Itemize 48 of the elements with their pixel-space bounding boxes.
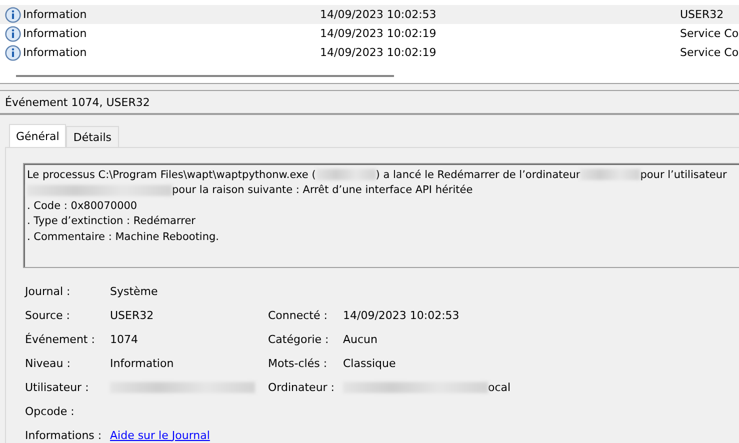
property-label: Catégorie : xyxy=(268,332,330,346)
event-row[interactable]: Information 14/09/2023 10:02:19 Service Co xyxy=(0,43,739,62)
event-row[interactable]: Information 14/09/2023 10:02:53 USER32 xyxy=(0,5,739,24)
redacted-blur xyxy=(580,169,640,180)
date-cell-text: 14/09/2023 10:02:19 xyxy=(320,27,438,40)
property-label: Mots-clés : xyxy=(268,356,328,370)
level-cell-text: Information xyxy=(22,46,88,59)
property-label: Niveau : xyxy=(25,356,72,370)
message-text: . Code : 0x80070000 xyxy=(27,200,138,212)
property-value: 14/09/2023 10:02:53 xyxy=(343,308,460,322)
property-value: Information xyxy=(110,356,174,370)
message-text: ) a lancé le Redémarrer de l’ordinateur xyxy=(376,168,580,181)
property-label: Source : xyxy=(25,308,71,322)
tab[interactable]: Détails xyxy=(66,126,118,147)
date-cell-text: 14/09/2023 10:02:53 xyxy=(320,8,438,21)
event-row[interactable]: Information 14/09/2023 10:02:19 Service Co xyxy=(0,24,739,43)
message-text: pour l’utilisateur xyxy=(640,168,727,181)
property-label: Opcode : xyxy=(25,404,76,418)
property-label: Journal : xyxy=(25,284,72,298)
message-text: Le processus C:\Program Files\wapt\waptpythonw.exe ( xyxy=(27,168,316,181)
property-label: Informations : xyxy=(25,428,103,442)
tab[interactable]: Général xyxy=(9,124,66,147)
info-icon xyxy=(5,44,21,60)
help-link[interactable]: Aide sur le Journal xyxy=(110,428,210,442)
scrollbar-thumb[interactable] xyxy=(16,74,394,76)
level-cell-text: Information xyxy=(22,27,88,40)
level-cell-text: Information xyxy=(22,8,88,21)
property-value: Système xyxy=(110,284,158,298)
property-value: Aucun xyxy=(343,332,378,346)
source-cell: Service Co xyxy=(680,27,739,40)
property-value: 1074 xyxy=(110,332,138,346)
property-label: Événement : xyxy=(25,332,96,346)
property-value: ocal xyxy=(488,380,511,394)
property-value: USER32 xyxy=(110,308,154,322)
source-cell: Service Co xyxy=(680,46,739,59)
property-label: Utilisateur : xyxy=(25,380,90,394)
message-text: . Commentaire : Machine Rebooting. xyxy=(27,230,220,243)
message-text: pour la raison suivante : Arrêt d’une interface API héritée xyxy=(172,184,473,196)
info-icon xyxy=(5,6,21,22)
info-icon xyxy=(5,26,21,42)
property-label: Ordinateur : xyxy=(268,380,336,394)
date-cell-text: 14/09/2023 10:02:19 xyxy=(320,46,438,59)
property-label: Connecté : xyxy=(268,308,328,322)
redacted-blur xyxy=(316,169,376,180)
source-cell: USER32 xyxy=(680,8,724,21)
message-text: . Type d’extinction : Redémarrer xyxy=(27,215,196,228)
detail-title: Événement 1074, USER32 xyxy=(5,96,150,108)
property-value: Classique xyxy=(343,356,396,370)
